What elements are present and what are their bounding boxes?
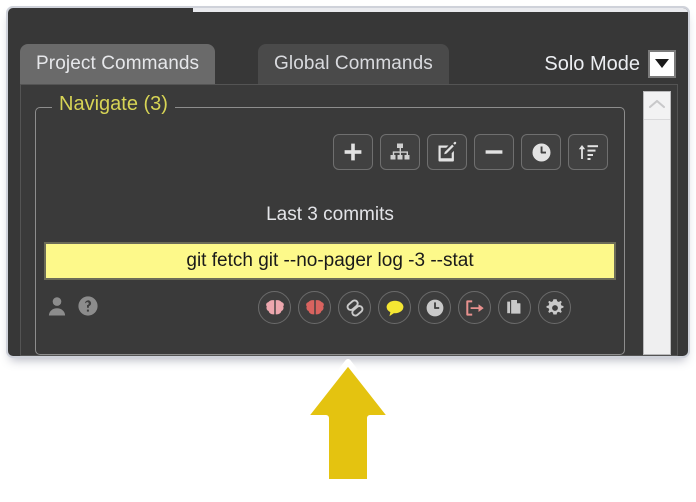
app-window: Project Commands Global Commands Solo Mo… [6, 6, 690, 358]
plus-icon [342, 141, 364, 163]
schedule-button[interactable] [418, 291, 451, 324]
group-toolbar [333, 134, 608, 170]
remove-command-button[interactable] [474, 134, 514, 170]
tab-global-commands-label: Global Commands [274, 53, 433, 74]
sitemap-icon [389, 142, 411, 162]
comment-button[interactable] [378, 291, 411, 324]
brain-active-button[interactable] [298, 291, 331, 324]
share-button[interactable] [458, 291, 491, 324]
mode-selector-label: Solo Mode [544, 52, 640, 75]
edit-command-button[interactable] [427, 134, 467, 170]
scrollbar-up-button[interactable] [644, 92, 670, 120]
scrollbar-track[interactable] [644, 120, 670, 354]
add-command-button[interactable] [333, 134, 373, 170]
history-button[interactable] [521, 134, 561, 170]
sort-ascending-icon [577, 142, 599, 162]
content-pane: Navigate (3) Last 3 commits git fetch gi… [20, 84, 678, 356]
speech-bubble-icon [385, 299, 405, 317]
duplicate-button[interactable] [498, 291, 531, 324]
sort-button[interactable] [568, 134, 608, 170]
group-tree-button[interactable] [380, 134, 420, 170]
tab-project-commands[interactable]: Project Commands [20, 44, 216, 84]
vertical-scrollbar[interactable] [643, 91, 671, 355]
command-input-text: git fetch git --no-pager log -3 --stat [186, 250, 474, 271]
share-export-icon [465, 299, 485, 317]
command-caption: Last 3 commits [266, 204, 394, 225]
brain-light-button[interactable] [258, 291, 291, 324]
command-input[interactable]: git fetch git --no-pager log -3 --stat [44, 242, 616, 280]
brain-icon [305, 299, 325, 317]
clock-icon [425, 298, 445, 318]
edit-pencil-icon [436, 141, 458, 163]
window-chrome-strip [193, 8, 688, 12]
link-chain-icon [345, 298, 365, 318]
command-group-navigate: Navigate (3) Last 3 commits git fetch gi… [35, 93, 625, 355]
question-circle-icon[interactable] [77, 295, 99, 322]
page-background: Project Commands Global Commands Solo Mo… [0, 0, 696, 502]
minus-icon [483, 141, 505, 163]
gear-icon [545, 298, 565, 318]
user-icon [46, 295, 68, 322]
clock-icon [531, 142, 552, 163]
mode-selector[interactable]: Solo Mode [544, 50, 676, 78]
group-title: Navigate (3) [52, 93, 175, 116]
command-action-icons [258, 291, 571, 324]
brain-icon [265, 299, 285, 317]
settings-button[interactable] [538, 291, 571, 324]
command-action-row [36, 290, 624, 332]
tab-project-commands-label: Project Commands [36, 53, 200, 74]
link-button[interactable] [338, 291, 371, 324]
command-meta-icons [46, 295, 99, 322]
copy-icon [505, 298, 525, 318]
tab-global-commands[interactable]: Global Commands [258, 44, 449, 84]
up-arrow-annotation [296, 358, 400, 488]
chevron-down-icon[interactable] [648, 50, 676, 78]
chevron-up-icon [648, 97, 666, 115]
